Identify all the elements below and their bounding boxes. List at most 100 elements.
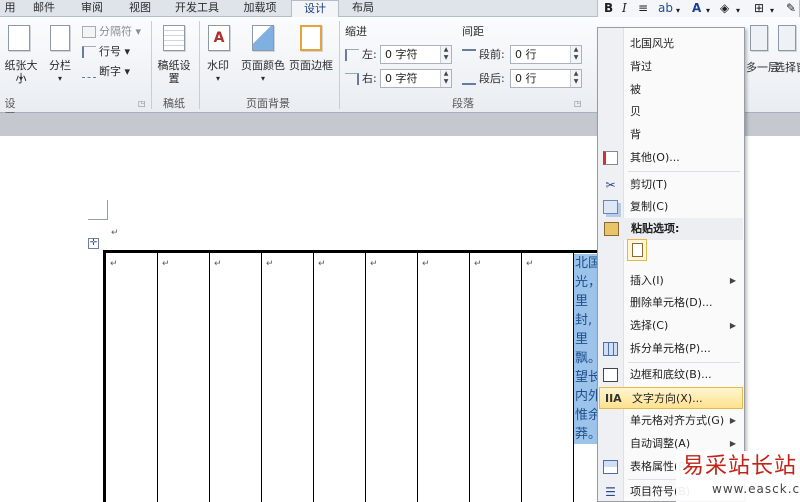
spacing-after-stepper[interactable]: 0 行 ▲ ▼ xyxy=(510,69,582,88)
page-setup-group-label: 设置 xyxy=(4,97,16,124)
line-numbers-button[interactable]: 行号 ▾ xyxy=(82,45,130,59)
spinner-arrows-icon[interactable]: ▲ ▼ xyxy=(570,70,581,87)
menu-item-suggestion[interactable]: 背过 xyxy=(598,56,744,78)
center-align-icon[interactable]: ≡ xyxy=(638,1,648,16)
text-direction-icon: IIA xyxy=(605,392,622,405)
margin-corner-mark xyxy=(88,200,108,220)
menu-item-suggestion[interactable]: 被 xyxy=(598,79,744,101)
menu-item-copy[interactable]: 复制(C) xyxy=(598,196,744,218)
selection-pane-button[interactable]: 选择窗 xyxy=(774,59,800,75)
spacing-after-label: 段后: xyxy=(462,72,505,86)
spinner-arrows-icon[interactable]: ▲ ▼ xyxy=(440,46,451,63)
chevron-down-icon: ▾ xyxy=(18,74,23,83)
spinner-arrows-icon[interactable]: ▲ ▼ xyxy=(570,46,581,63)
table-cell[interactable]: ↵ xyxy=(522,253,574,502)
table-cell[interactable]: ↵ xyxy=(314,253,366,502)
cell-mark: ↵ xyxy=(526,259,534,269)
menu-item-insert[interactable]: 插入(I) ▶ xyxy=(598,270,744,292)
table-properties-icon xyxy=(603,460,618,474)
table-cell[interactable]: ↵ xyxy=(366,253,418,502)
paragraph-group-label: 段落 xyxy=(452,97,474,110)
chevron-down-icon: ▾ xyxy=(260,74,265,83)
chevron-down-icon[interactable]: ▾ xyxy=(770,3,774,18)
mini-toolbar: B I ≡ ab ▾ A ▾ ◈ ▾ ⊞ ▾ ✎ xyxy=(597,0,800,18)
table-cell[interactable]: ↵ xyxy=(106,253,158,502)
tab-file-partial[interactable]: 用 xyxy=(0,0,20,17)
columns-icon xyxy=(50,25,70,51)
menu-item-text-direction[interactable]: IIA 文字方向(X)... xyxy=(599,387,743,409)
borders-icon[interactable]: ⊞ xyxy=(754,1,764,16)
watermark-icon: A xyxy=(208,25,230,51)
menu-separator xyxy=(628,171,740,172)
page-borders-icon xyxy=(300,25,322,51)
table-cell[interactable]: ↵ xyxy=(470,253,522,502)
menu-item-suggestion[interactable]: 北国风光 xyxy=(598,33,744,55)
cell-mark: ↵ xyxy=(318,259,326,269)
tab-layout[interactable]: 布局 xyxy=(343,0,383,17)
cell-mark: ↵ xyxy=(214,259,222,269)
page-borders-button[interactable]: 页面边框 xyxy=(288,59,334,72)
cell-mark: ↵ xyxy=(474,259,482,269)
page-background-group-label: 页面背景 xyxy=(246,97,290,110)
indent-left-stepper[interactable]: 0 字符 ▲ ▼ xyxy=(380,45,452,64)
tab-view[interactable]: 视图 xyxy=(120,0,160,17)
submenu-arrow-icon: ▶ xyxy=(729,321,736,330)
chevron-down-icon[interactable]: ▾ xyxy=(676,3,680,18)
cell-mark: ↵ xyxy=(266,259,274,269)
table-cell[interactable]: ↵ xyxy=(418,253,470,502)
menu-item-cut[interactable]: ✂ 剪切(T) xyxy=(598,174,744,196)
table-move-handle-icon[interactable]: ✛ xyxy=(88,238,99,249)
menu-item-delete-cells[interactable]: 删除单元格(D)... xyxy=(598,292,744,314)
indent-left-label: 左: xyxy=(345,48,377,62)
cell-mark: ↵ xyxy=(162,259,170,269)
tab-design[interactable]: 设计 xyxy=(291,0,339,18)
cell-mark: ↵ xyxy=(422,259,430,269)
watermark-title: 易采站长站 xyxy=(682,454,798,479)
table-cell[interactable]: ↵ xyxy=(158,253,210,502)
italic-button[interactable]: I xyxy=(622,1,627,16)
bold-button[interactable]: B xyxy=(604,1,613,16)
menu-item-borders-shading[interactable]: 边框和底纹(B)... xyxy=(598,364,744,386)
tab-review[interactable]: 审阅 xyxy=(72,0,112,17)
table-cell[interactable]: ↵ xyxy=(210,253,262,502)
tab-mailings[interactable]: 邮件 xyxy=(24,0,64,17)
spacing-before-stepper[interactable]: 0 行 ▲ ▼ xyxy=(510,45,582,64)
breaks-button[interactable]: 分隔符 ▾ xyxy=(82,25,141,39)
dialog-launcher-icon[interactable]: ◳ xyxy=(138,99,146,108)
watermark-button[interactable]: 水印 xyxy=(200,59,236,72)
menu-separator xyxy=(628,362,740,363)
spacing-title: 间距 xyxy=(462,25,484,38)
shading-icon[interactable]: ◈ xyxy=(720,1,729,16)
menu-item-other[interactable]: 其他(O)... xyxy=(598,147,744,169)
tab-addins[interactable]: 加载项 xyxy=(236,0,284,17)
indent-title: 缩进 xyxy=(345,25,367,38)
menu-item-split-cells[interactable]: 拆分单元格(P)... xyxy=(598,338,744,360)
table[interactable]: ↵ ↵ ↵ ↵ ↵ ↵ ↵ ↵ ↵ xyxy=(103,250,603,502)
paste-keep-text-button[interactable] xyxy=(627,239,647,261)
site-watermark: 易采站长站 www.easck.com xyxy=(676,451,800,502)
highlight-icon[interactable]: ab xyxy=(658,1,673,16)
font-color-icon[interactable]: A xyxy=(692,1,701,16)
paper-size-icon xyxy=(8,25,30,51)
paragraph-mark: ↵ xyxy=(111,228,119,238)
watermark-url: www.easck.com xyxy=(712,482,800,496)
other-candidates-icon xyxy=(603,151,618,165)
chevron-down-icon[interactable]: ▾ xyxy=(706,3,710,18)
chevron-down-icon[interactable]: ▾ xyxy=(736,3,740,18)
dialog-launcher-icon[interactable]: ◳ xyxy=(574,99,582,108)
hyphenation-button[interactable]: 断字 ▾ xyxy=(82,65,130,79)
tab-developer[interactable]: 开发工具 xyxy=(168,0,226,17)
scissors-icon: ✂ xyxy=(605,178,616,192)
menu-item-suggestion[interactable]: 贝 xyxy=(598,101,744,123)
columns-button[interactable]: 分栏 xyxy=(44,59,76,72)
format-painter-icon[interactable]: ✎ xyxy=(786,1,796,16)
menu-item-cell-alignment[interactable]: 单元格对齐方式(G) ▶ xyxy=(598,410,744,432)
manuscript-settings-button[interactable]: 稿纸设置 xyxy=(156,59,192,85)
page-color-button[interactable]: 页面颜色 xyxy=(238,59,288,72)
spinner-arrows-icon[interactable]: ▲ ▼ xyxy=(440,70,451,87)
indent-right-stepper[interactable]: 0 字符 ▲ ▼ xyxy=(380,69,452,88)
menu-item-suggestion[interactable]: 背 xyxy=(598,124,744,146)
menu-item-select[interactable]: 选择(C) ▶ xyxy=(598,315,744,337)
table-cell[interactable]: ↵ xyxy=(262,253,314,502)
cell-mark: ↵ xyxy=(110,259,118,269)
